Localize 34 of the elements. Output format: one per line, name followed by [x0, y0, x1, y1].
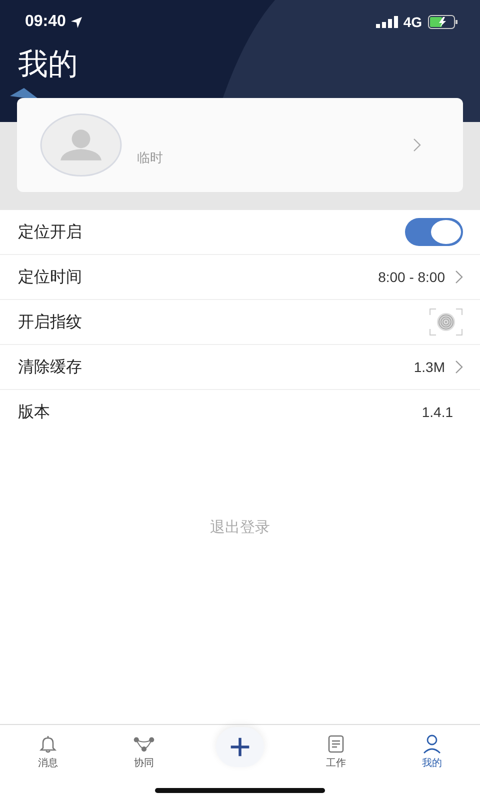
chevron-icon: [455, 360, 463, 374]
location-arrow-icon: [70, 16, 82, 28]
page-title: 我的: [18, 47, 78, 83]
settings-row[interactable]: 清除缓存 1.3M: [0, 345, 480, 390]
settings-row[interactable]: 版本 1.4.1: [0, 390, 480, 434]
row-value: 1.4.1: [422, 404, 453, 420]
network-type: 4G: [403, 14, 422, 30]
status-time: 09:40: [25, 13, 66, 31]
tab-item[interactable]: 我的: [384, 725, 480, 777]
row-label: 开启指纹: [18, 312, 82, 332]
avatar-icon: [40, 113, 122, 177]
row-value: 1.3M: [414, 359, 445, 375]
chevron-icon: [455, 270, 463, 284]
row-label: 清除缓存: [18, 358, 82, 378]
settings-row[interactable]: 开启指纹: [0, 300, 480, 345]
settings-row[interactable]: 定位开启: [0, 210, 480, 255]
bell-icon: [37, 734, 59, 754]
fingerprint-icon[interactable]: [429, 308, 463, 336]
row-label: 定位开启: [18, 222, 82, 242]
tab-item[interactable]: 消息: [0, 725, 96, 777]
toggle-switch[interactable]: [405, 218, 463, 246]
person-icon: [421, 734, 443, 754]
row-label: 定位时间: [18, 268, 82, 288]
signal-icon: [376, 16, 398, 28]
plus-icon: [229, 736, 251, 758]
row-value: 8:00 - 8:00: [378, 269, 445, 285]
row-label: 版本: [18, 402, 50, 422]
tab-item[interactable]: 工作: [288, 725, 384, 777]
tab-item[interactable]: 协同: [96, 725, 192, 777]
battery-icon: [428, 15, 458, 29]
triangle-shape: [10, 88, 40, 100]
profile-name: 临时: [137, 149, 164, 167]
chevron-icon: [413, 138, 421, 152]
settings-row[interactable]: 定位时间 8:00 - 8:00: [0, 255, 480, 300]
